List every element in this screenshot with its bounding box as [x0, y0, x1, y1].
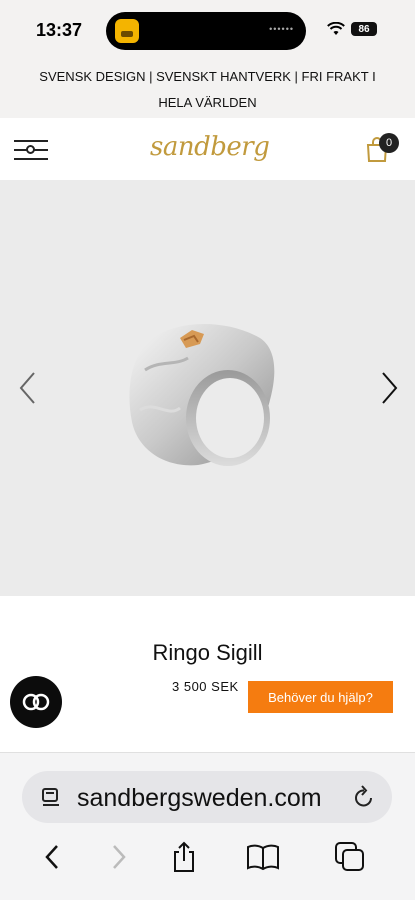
address-bar[interactable]: sandbergsweden.com [22, 771, 392, 823]
url-text[interactable]: sandbergsweden.com [77, 784, 322, 813]
island-dots-icon: •••••• [269, 24, 294, 34]
bookmarks-button[interactable] [243, 837, 283, 877]
reload-icon[interactable] [352, 784, 376, 810]
forward-chevron-icon [113, 845, 126, 869]
share-button[interactable] [164, 837, 204, 877]
back-button[interactable] [32, 837, 72, 877]
chat-logo-icon [22, 693, 50, 711]
status-time: 13:37 [36, 20, 83, 40]
battery-icon: 86 [351, 22, 377, 36]
menu-line-top [14, 140, 48, 142]
live-activity-app-icon [115, 19, 139, 43]
browser-toolbar [0, 837, 415, 877]
sandberg-logo[interactable]: sandberg [150, 132, 270, 162]
page-menu-icon[interactable] [40, 786, 62, 808]
announcement-bar: SVENSK DESIGN | SVENSKT HANTVERK | FRI F… [0, 62, 415, 118]
dynamic-island: •••••• [106, 12, 306, 50]
cart-count: 0 [385, 137, 393, 149]
announcement-text: SVENSK DESIGN | SVENSKT HANTVERK | FRI F… [39, 69, 376, 110]
wifi-icon [327, 22, 345, 35]
tabs-button[interactable] [330, 837, 370, 877]
forward-button[interactable] [99, 837, 139, 877]
product-price: 3 500 SEK [172, 679, 239, 694]
browser-bottom-bar: sandbergsweden.com [0, 752, 415, 900]
site-header: sandberg [0, 118, 415, 180]
product-gallery [0, 180, 415, 596]
product-ring-image [129, 323, 275, 466]
book-icon [247, 844, 279, 871]
menu-button[interactable] [14, 136, 48, 162]
filter-knob-icon [26, 145, 35, 154]
previous-image-arrow-icon[interactable] [16, 370, 40, 406]
cart-count-badge[interactable]: 0 [379, 133, 399, 153]
back-chevron-icon [45, 845, 58, 869]
battery-level: 86 [358, 23, 370, 35]
product-title: Ringo Sigill [152, 640, 263, 665]
chat-button[interactable] [10, 676, 62, 728]
share-icon [174, 841, 194, 872]
next-image-arrow-icon[interactable] [377, 370, 401, 406]
status-bar: 13:37 •••••• 86 [0, 0, 415, 62]
tabs-icon [335, 842, 364, 871]
menu-line-bottom [14, 158, 48, 160]
status-icons: 86 [327, 22, 377, 36]
help-button[interactable]: Behöver du hjälp? [248, 681, 393, 713]
